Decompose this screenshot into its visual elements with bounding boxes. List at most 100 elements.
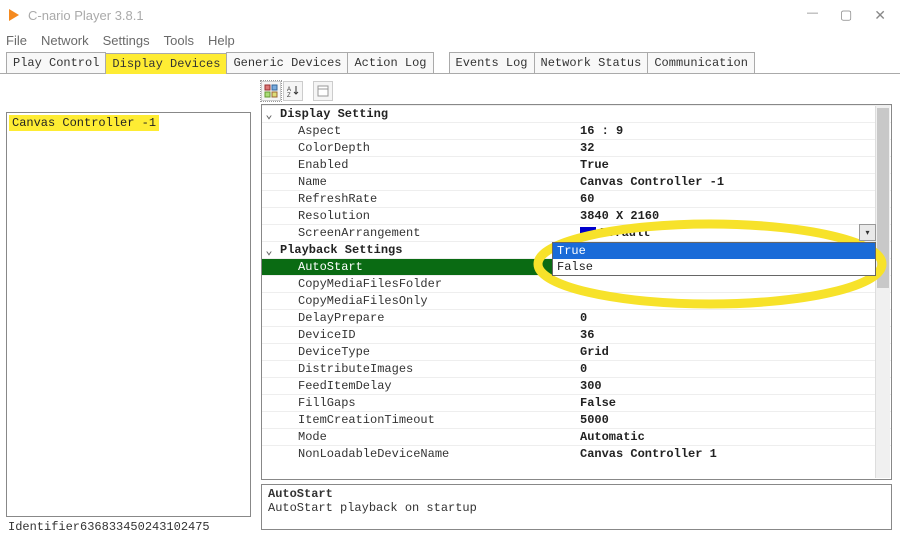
categorize-button[interactable] (261, 81, 281, 101)
close-button[interactable]: ✕ (874, 7, 886, 24)
prop-name: DeviceType (276, 344, 576, 361)
tab-events-log[interactable]: Events Log (449, 52, 535, 73)
prop-row: NonLoadableDeviceNameCanvas Controller 1 (262, 446, 891, 463)
alpha-sort-button[interactable]: AZ (283, 81, 303, 101)
prop-value[interactable]: False (576, 395, 891, 412)
tab-generic-devices[interactable]: Generic Devices (226, 52, 348, 73)
prop-name: CopyMediaFilesFolder (276, 276, 576, 293)
dropdown-list[interactable]: True False (552, 242, 876, 276)
prop-row: DelayPrepare0 (262, 310, 891, 327)
alpha-sort-icon: AZ (286, 84, 300, 98)
dropdown-option-false[interactable]: False (553, 259, 875, 275)
autostart-dropdown[interactable]: ▾ True False (552, 242, 876, 276)
description-pane: AutoStart AutoStart playback on startup (261, 484, 892, 530)
vertical-scrollbar[interactable] (875, 106, 890, 478)
prop-value[interactable]: Canvas Controller -1 (576, 174, 891, 191)
menu-network[interactable]: Network (41, 33, 89, 48)
prop-row: CopyMediaFilesFolder (262, 276, 891, 293)
prop-value[interactable]: 0 (576, 361, 891, 378)
prop-value[interactable]: 3840 X 2160 (576, 208, 891, 225)
categorize-icon (264, 84, 278, 98)
tab-action-log[interactable]: Action Log (347, 52, 433, 73)
prop-name: ScreenArrangement (276, 225, 576, 242)
tab-label: Communication (654, 56, 748, 70)
tab-label: Action Log (354, 56, 426, 70)
prop-name: FillGaps (276, 395, 576, 412)
window-controls: — ▢ ✕ (807, 7, 894, 24)
chevron-down-icon[interactable]: ⌄ (262, 242, 276, 259)
prop-row: DeviceID36 (262, 327, 891, 344)
prop-value[interactable]: 36 (576, 327, 891, 344)
prop-row: ItemCreationTimeout5000 (262, 412, 891, 429)
category-display-setting[interactable]: ⌄ Display Setting (262, 106, 891, 123)
prop-value[interactable]: 300 (576, 378, 891, 395)
property-pages-button[interactable] (313, 81, 333, 101)
prop-name: DistributeImages (276, 361, 576, 378)
tab-label: Network Status (541, 56, 642, 70)
prop-name: CopyMediaFilesOnly (276, 293, 576, 310)
prop-name: RefreshRate (276, 191, 576, 208)
prop-name: ItemCreationTimeout (276, 412, 576, 429)
tab-label: Events Log (456, 56, 528, 70)
prop-row: DeviceTypeGrid (262, 344, 891, 361)
dropdown-arrow-icon[interactable]: ▾ (859, 224, 876, 241)
prop-row: ScreenArrangement Default (262, 225, 891, 242)
propertygrid-toolbar: AZ (261, 80, 892, 102)
titlebar: C-nario Player 3.8.1 — ▢ ✕ (0, 0, 900, 30)
prop-row: NameCanvas Controller -1 (262, 174, 891, 191)
scrollbar-thumb[interactable] (877, 108, 889, 288)
prop-row: Aspect16 : 9 (262, 123, 891, 140)
prop-value[interactable] (576, 276, 891, 293)
identifier-caption: Identifier (8, 520, 80, 534)
prop-name: DelayPrepare (276, 310, 576, 327)
property-grid[interactable]: ⌄ Display Setting Aspect16 : 9 ColorDept… (261, 104, 892, 480)
tab-display-devices[interactable]: Display Devices (105, 53, 227, 74)
prop-value[interactable]: 32 (576, 140, 891, 157)
color-chip (580, 227, 596, 238)
prop-value-text: Default (600, 226, 650, 240)
category-label: Display Setting (276, 106, 891, 123)
menu-file[interactable]: File (6, 33, 27, 48)
main: Canvas Controller -1 Identifier636833450… (0, 74, 900, 534)
menubar: File Network Settings Tools Help (0, 30, 900, 50)
left-pane: Canvas Controller -1 Identifier636833450… (0, 74, 255, 534)
prop-value[interactable]: 5000 (576, 412, 891, 429)
menu-settings[interactable]: Settings (103, 33, 150, 48)
maximize-button[interactable]: ▢ (840, 7, 852, 24)
device-tree[interactable]: Canvas Controller -1 (6, 112, 251, 517)
prop-name: Name (276, 174, 576, 191)
description-title: AutoStart (268, 487, 885, 501)
prop-value[interactable]: Default (576, 225, 891, 242)
prop-row: DistributeImages0 (262, 361, 891, 378)
prop-value[interactable]: True (576, 157, 891, 174)
tree-item-canvas-controller[interactable]: Canvas Controller -1 (9, 115, 159, 131)
chevron-down-icon[interactable]: ⌄ (262, 106, 276, 123)
prop-row: ModeAutomatic (262, 429, 891, 446)
tab-communication[interactable]: Communication (647, 52, 755, 73)
prop-row: RefreshRate60 (262, 191, 891, 208)
prop-value[interactable]: 60 (576, 191, 891, 208)
menu-help[interactable]: Help (208, 33, 235, 48)
prop-value[interactable]: 0 (576, 310, 891, 327)
prop-value[interactable]: Automatic (576, 429, 891, 446)
minimize-button[interactable]: — (807, 7, 818, 24)
prop-name: Enabled (276, 157, 576, 174)
prop-row: FeedItemDelay300 (262, 378, 891, 395)
prop-row: FillGapsFalse (262, 395, 891, 412)
prop-value[interactable]: Canvas Controller 1 (576, 446, 891, 463)
svg-text:Z: Z (287, 93, 291, 98)
prop-value[interactable]: Grid (576, 344, 891, 361)
tab-network-status[interactable]: Network Status (534, 52, 649, 73)
tab-play-control[interactable]: Play Control (6, 52, 106, 73)
prop-row: CopyMediaFilesOnly (262, 293, 891, 310)
menu-tools[interactable]: Tools (164, 33, 194, 48)
right-pane: AZ ⌄ Display Setting Aspect16 (255, 74, 900, 534)
prop-name: ColorDepth (276, 140, 576, 157)
prop-value[interactable] (576, 293, 891, 310)
description-text: AutoStart playback on startup (268, 501, 885, 515)
prop-value[interactable]: 16 : 9 (576, 123, 891, 140)
prop-row: ColorDepth32 (262, 140, 891, 157)
dropdown-option-true[interactable]: True (553, 243, 875, 259)
tab-label: Display Devices (112, 57, 220, 71)
prop-row: Resolution3840 X 2160 (262, 208, 891, 225)
